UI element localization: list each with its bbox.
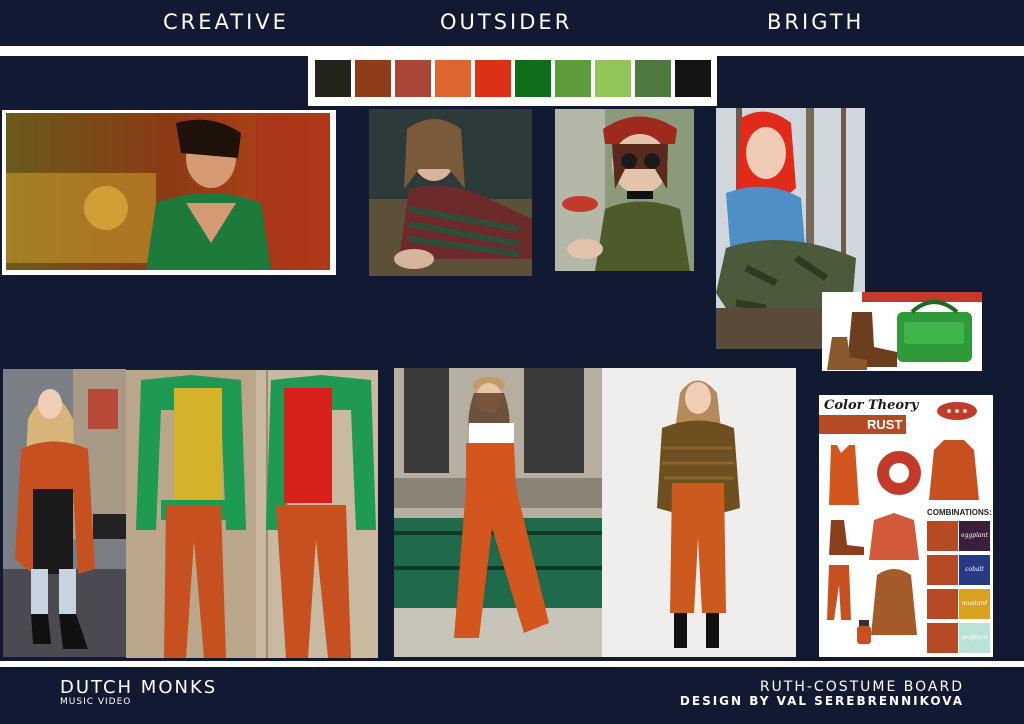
rust-swatch — [927, 521, 958, 551]
photo-rust-overalls — [394, 368, 602, 657]
rust-swatch — [927, 555, 958, 585]
rust-swatch — [927, 623, 958, 653]
project-title: DUTCH MONKS — [60, 677, 218, 698]
palette-swatch — [355, 60, 391, 97]
photo-brown-sweater-rust-trousers — [602, 368, 796, 657]
header-word-brigth: BRIGTH — [767, 10, 865, 34]
color-theory-card: Color Theory RUST COMBINATIONS: eggplant… — [819, 395, 993, 657]
board-title: RUTH-COSTUME BOARD — [759, 679, 964, 695]
mustard-swatch: mustard — [959, 589, 990, 619]
palette-swatch — [555, 60, 591, 97]
rust-swatch — [927, 589, 958, 619]
header-word-outsider: OUTSIDER — [440, 10, 573, 34]
palette-swatch — [475, 60, 511, 97]
photo-girl-striped-sweater — [369, 109, 532, 276]
seafoam-swatch: seafoam — [959, 623, 990, 653]
header-word-creative: CREATIVE — [163, 10, 289, 34]
palette-swatch — [435, 60, 471, 97]
palette-band-left — [0, 56, 308, 106]
palette-swatch — [595, 60, 631, 97]
photo-girl-red-beret — [555, 109, 694, 271]
photo-market-woman-green-cardigan — [6, 113, 330, 270]
palette-band-right — [717, 56, 1024, 106]
palette-swatch — [635, 60, 671, 97]
combination-eggplant: eggplant — [927, 521, 990, 551]
cobalt-swatch: cobalt — [959, 555, 990, 585]
combinations-label: COMBINATIONS: — [927, 508, 992, 517]
photo-boots-green-bag — [822, 292, 982, 371]
combination-mustard: mustard — [927, 589, 990, 619]
designer-credit: DESIGN BY VAL SEREBRENNIKOVA — [679, 694, 964, 708]
combination-cobalt: cobalt — [927, 555, 990, 585]
photo-green-cardigan-outfits — [126, 370, 378, 658]
palette-swatch — [395, 60, 431, 97]
photo-woman-rust-coat — [3, 369, 126, 657]
palette-swatch — [675, 60, 711, 97]
project-subtitle: MUSIC VIDEO — [60, 697, 132, 707]
eggplant-swatch: eggplant — [959, 521, 990, 551]
palette-swatch — [515, 60, 551, 97]
combination-seafoam: seafoam — [927, 623, 990, 653]
palette-swatch — [315, 60, 351, 97]
